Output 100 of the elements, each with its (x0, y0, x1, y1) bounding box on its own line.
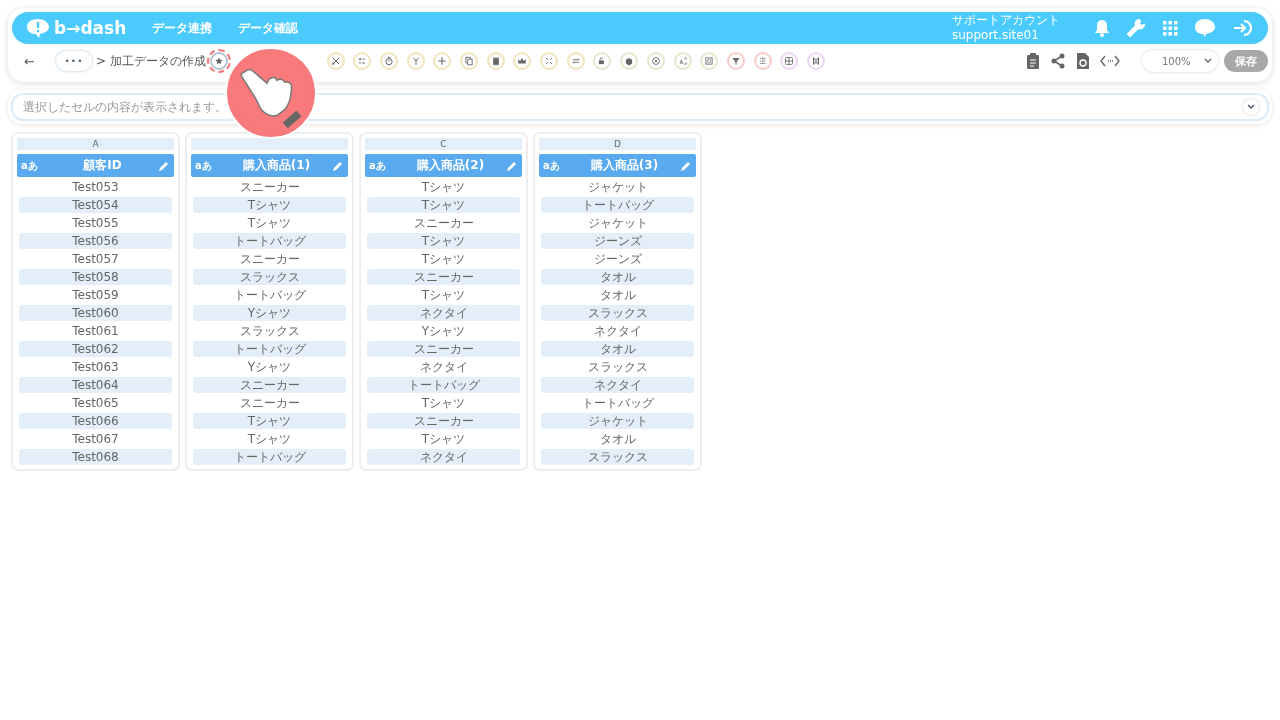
column-header[interactable]: aあ 顧客ID (17, 154, 174, 177)
table-cell-text: トートバッグ (232, 287, 307, 303)
table-cell: ジャケット (541, 413, 694, 429)
table-cell-text: Tシャツ (420, 395, 467, 411)
code-icon[interactable] (1100, 55, 1120, 67)
account-name: サポートアカウント (952, 13, 1060, 28)
edit-icon[interactable] (680, 159, 692, 172)
swap-icon (570, 56, 581, 66)
table-cell: スラックス (541, 449, 694, 465)
nav-link[interactable]: データ連携 (152, 19, 213, 37)
table-cell: トートバッグ (367, 377, 520, 393)
column-letter: A (17, 138, 174, 150)
box-icon (624, 56, 635, 66)
table-cell: ネクタイ (367, 305, 520, 321)
cell-content-field[interactable]: 選択したセルの内容が表示されます。 (21, 99, 1243, 115)
table-cell: Test064 (19, 377, 172, 393)
type-label: aあ (195, 158, 213, 173)
table-cell: Test060 (19, 305, 172, 321)
table-cell: スニーカー (367, 413, 520, 429)
table-cell: Tシャツ (367, 233, 520, 249)
box-tool-button[interactable] (620, 52, 639, 70)
formula-field[interactable]: 選択したセルの内容が表示されます。 (11, 93, 1269, 121)
expand-icon (544, 56, 555, 66)
table-cell: スニーカー (367, 269, 520, 285)
grid-tool-button[interactable] (780, 52, 799, 70)
account-id: support.site01 (952, 28, 1040, 43)
table-cell: ジーンズ (541, 233, 694, 249)
plus-tool-button[interactable] (433, 52, 452, 70)
translate-tool-button[interactable] (673, 52, 692, 70)
filter-tool-button[interactable] (726, 52, 745, 70)
plus-icon (437, 56, 448, 66)
trash-icon (490, 56, 501, 66)
table-cell-text: ジャケット (586, 179, 649, 195)
settings-icon[interactable] (1126, 18, 1146, 38)
table-cell-text: Tシャツ (420, 431, 467, 447)
scissors-icon (330, 56, 341, 66)
column-header[interactable]: aあ 購入商品(3) (539, 154, 696, 177)
share-icon[interactable] (1050, 53, 1066, 69)
table-cell-text: スニーカー (412, 215, 475, 231)
table-cell: タオル (541, 269, 694, 285)
column-title: 購入商品(3) (589, 157, 660, 174)
edit-icon[interactable] (506, 159, 518, 172)
table-cell: Test054 (19, 197, 172, 213)
column-header[interactable]: aあ 購入商品(1) (191, 154, 348, 177)
edit-icon[interactable] (332, 159, 344, 172)
type-label: aあ (543, 158, 561, 173)
logout-icon[interactable] (1232, 18, 1254, 38)
table-cell-text: Test065 (71, 395, 120, 411)
table-cell-text: Tシャツ (420, 179, 467, 195)
chevron-down-icon (1204, 58, 1212, 64)
branch-tool-button[interactable] (406, 52, 425, 70)
logo-icon (26, 18, 50, 38)
table-cell-text: スラックス (238, 323, 301, 339)
chevron-down-icon (1247, 104, 1255, 110)
lock-tool-button[interactable] (593, 52, 612, 70)
table-cell-text: ネクタイ (418, 359, 469, 375)
apps-grid-icon[interactable] (1162, 20, 1178, 36)
column-header[interactable]: aあ 購入商品(2) (365, 154, 522, 177)
table-cell-text: Tシャツ (246, 431, 293, 447)
back-button[interactable]: ← (24, 53, 44, 69)
table-cell-text: Test057 (71, 251, 120, 267)
table-cell-text: トートバッグ (580, 395, 655, 411)
clipboard-icon[interactable] (1026, 53, 1040, 69)
expand-tool-button[interactable] (540, 52, 559, 70)
scissors-tool-button[interactable] (326, 52, 345, 70)
table-cell-text: Test055 (71, 215, 120, 231)
filter-icon (730, 56, 741, 66)
table-cell-text: ネクタイ (592, 323, 643, 339)
chat-bubble-icon[interactable] (1194, 18, 1216, 38)
swap-tool-button[interactable] (566, 52, 585, 70)
timer-tool-button[interactable] (379, 52, 398, 70)
table-cell: タオル (541, 341, 694, 357)
table-cell-text: ジーンズ (592, 251, 643, 267)
crown-icon (517, 56, 528, 66)
timer-icon (383, 56, 394, 66)
copy-tool-button[interactable] (460, 52, 478, 70)
edit-icon[interactable] (158, 159, 170, 172)
table-cell: スラックス (193, 269, 346, 285)
nav-link[interactable]: データ確認 (238, 19, 299, 37)
column-title: 顧客ID (82, 157, 123, 174)
type-label: aあ (21, 158, 39, 173)
table-cell: Yシャツ (193, 305, 346, 321)
star-tool-button[interactable] (209, 52, 228, 70)
table-cell: スニーカー (367, 341, 520, 357)
table-cell-text: スラックス (586, 359, 649, 375)
table-cell-text: Tシャツ (420, 287, 467, 303)
table-cell: Test062 (19, 341, 172, 357)
trash-tool-button[interactable] (486, 52, 505, 70)
frame-icon (704, 56, 715, 66)
table-cell-text: Tシャツ (420, 251, 467, 267)
crown-tool-button[interactable] (513, 52, 532, 70)
breadcrumb-more-button[interactable]: ••• (56, 51, 92, 71)
table-cell: Test068 (19, 449, 172, 465)
zoom-select[interactable]: 100% (1142, 50, 1218, 72)
bell-icon[interactable] (1094, 19, 1110, 37)
file-refresh-icon[interactable] (1076, 53, 1090, 69)
frame-tool-button[interactable] (700, 52, 719, 70)
column-title: 購入商品(2) (415, 157, 486, 174)
table-cell: Tシャツ (193, 197, 346, 213)
column-letter: D (539, 138, 696, 150)
